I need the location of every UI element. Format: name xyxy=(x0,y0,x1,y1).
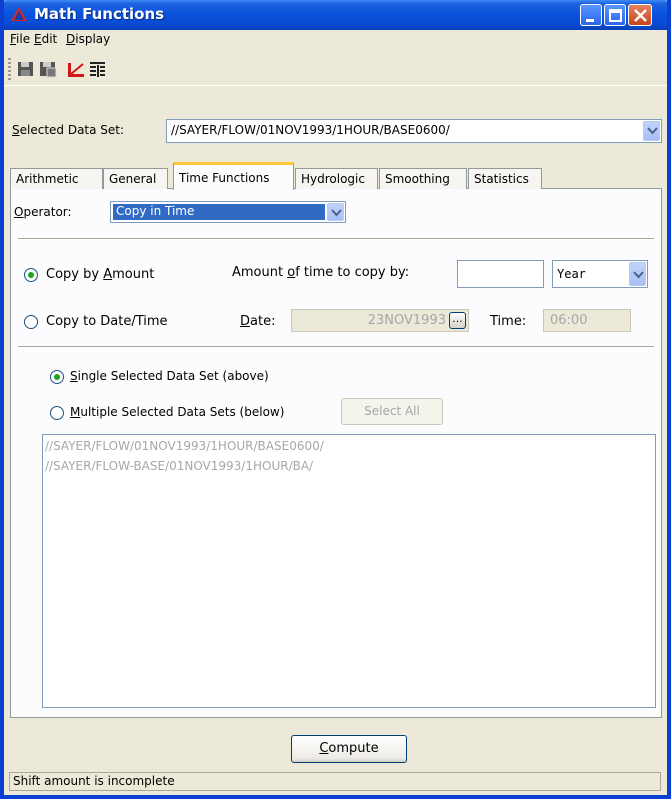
radio-selected-dot xyxy=(28,272,34,278)
menu-display-mnemonic: D xyxy=(66,32,76,46)
select-all-button[interactable]: Select All xyxy=(341,398,443,425)
copy-to-date-time-label[interactable]: Copy to Date/Time xyxy=(46,314,168,329)
time-value: 06:00 xyxy=(550,313,588,328)
date-input[interactable]: 23NOV1993 ... xyxy=(291,309,469,332)
toolbar xyxy=(4,52,667,86)
tab-smoothing-label: Smoothing xyxy=(385,172,450,186)
copy-by-amount-label[interactable]: Copy by Amount xyxy=(46,267,154,282)
tabulate-icon[interactable] xyxy=(88,59,108,79)
time-unit-value: Year xyxy=(557,267,586,281)
chevron-down-icon xyxy=(647,127,658,135)
compute-button[interactable]: Compute xyxy=(291,735,407,763)
function-tabs: Arithmetic General Time Functions Hydrol… xyxy=(10,162,660,190)
amount-label-post: f time to copy by: xyxy=(295,265,410,280)
compute-label: ompute xyxy=(328,741,379,756)
multiple-data-sets-radio[interactable] xyxy=(50,406,64,420)
single-data-set-radio[interactable] xyxy=(50,370,64,384)
close-icon xyxy=(634,9,647,22)
date-label-text: ate: xyxy=(250,314,276,329)
copy-to-date-time-radio[interactable] xyxy=(24,315,38,329)
plot-icon[interactable] xyxy=(66,59,86,79)
tab-time-functions[interactable]: Time Functions xyxy=(173,162,294,190)
tab-statistics[interactable]: Statistics xyxy=(468,168,542,189)
divider xyxy=(18,238,654,240)
maximize-button[interactable] xyxy=(604,4,626,26)
menu-file-mnemonic: F xyxy=(10,32,17,46)
amount-input[interactable] xyxy=(457,260,544,288)
selected-data-set-value: //SAYER/FLOW/01NOV1993/1HOUR/BASE0600/ xyxy=(171,123,450,137)
minimize-button[interactable] xyxy=(580,4,602,26)
tab-smoothing[interactable]: Smoothing xyxy=(379,168,467,189)
tab-general-label: General xyxy=(109,172,157,186)
selected-data-set-dropdown[interactable] xyxy=(643,121,660,141)
copy-by-amount-mnemonic: A xyxy=(103,267,113,282)
toolbar-grip[interactable] xyxy=(8,58,11,80)
multiple-data-sets-label[interactable]: Multiple Selected Data Sets (below) xyxy=(70,405,284,419)
selected-data-set-combo[interactable]: //SAYER/FLOW/01NOV1993/1HOUR/BASE0600/ xyxy=(166,119,662,143)
save-as-icon[interactable] xyxy=(38,59,58,79)
copy-by-amount-radio[interactable] xyxy=(24,268,38,282)
chevron-down-icon xyxy=(331,209,342,217)
single-mnemonic: S xyxy=(70,369,78,383)
tab-time-functions-label: Time Functions xyxy=(179,171,270,185)
maximize-icon xyxy=(609,9,622,22)
date-label: Date: xyxy=(240,314,275,329)
selected-data-set-label: Selected Data Set: xyxy=(12,123,124,137)
amount-label-mnemonic: o xyxy=(287,265,296,280)
date-value: 23NOV1993 xyxy=(367,313,446,328)
time-unit-combo[interactable]: Year xyxy=(552,260,648,288)
minimize-icon xyxy=(586,19,594,22)
math-functions-window: Math Functions File Edit Display Selecte… xyxy=(0,0,671,799)
menu-edit[interactable]: Edit xyxy=(34,32,57,46)
time-label: Time: xyxy=(490,314,527,329)
multiple-label-text: ultiple Selected Data Sets (below) xyxy=(80,405,285,419)
menu-display[interactable]: Display xyxy=(66,32,110,46)
selected-data-set-mnemonic: S xyxy=(12,123,20,137)
date-picker-button-label: ... xyxy=(452,312,463,325)
menu-edit-mnemonic: E xyxy=(34,32,42,46)
app-icon xyxy=(11,7,27,21)
save-icon[interactable] xyxy=(16,59,36,79)
chevron-down-icon xyxy=(633,271,644,279)
tab-hydrologic[interactable]: Hydrologic xyxy=(295,168,378,189)
data-sets-list[interactable]: //SAYER/FLOW/01NOV1993/1HOUR/BASE0600/ /… xyxy=(42,434,656,708)
status-bar: Shift amount is incomplete xyxy=(9,772,661,791)
divider xyxy=(18,346,654,348)
copy-by-amount-pre: Copy by xyxy=(46,267,104,282)
menu-bar: File Edit Display xyxy=(4,30,667,50)
radio-selected-dot xyxy=(54,374,60,380)
operator-label-text: perator: xyxy=(23,205,72,219)
single-data-set-label[interactable]: Single Selected Data Set (above) xyxy=(70,369,269,383)
status-text: Shift amount is incomplete xyxy=(13,774,175,788)
date-mnemonic: D xyxy=(240,314,251,329)
operator-dropdown[interactable] xyxy=(327,203,344,221)
tab-arithmetic[interactable]: Arithmetic xyxy=(10,168,103,189)
tab-arithmetic-label: Arithmetic xyxy=(16,172,79,186)
amount-label-pre: Amount xyxy=(232,265,288,280)
operator-value: Copy in Time xyxy=(116,204,195,218)
tab-hydrologic-label: Hydrologic xyxy=(301,172,365,186)
list-item[interactable]: //SAYER/FLOW/01NOV1993/1HOUR/BASE0600/ xyxy=(45,439,324,453)
single-label-text: ingle Selected Data Set (above) xyxy=(77,369,269,383)
selected-data-set-label-text: elected Data Set: xyxy=(19,123,125,137)
date-picker-button[interactable]: ... xyxy=(449,312,466,329)
close-button[interactable] xyxy=(628,4,652,26)
menu-file[interactable]: File xyxy=(10,32,30,46)
list-item[interactable]: //SAYER/FLOW-BASE/01NOV1993/1HOUR/BA/ xyxy=(45,459,313,473)
tab-general[interactable]: General xyxy=(103,168,168,189)
window-title: Math Functions xyxy=(34,5,165,23)
title-bar[interactable]: Math Functions xyxy=(4,0,667,30)
tab-statistics-label: Statistics xyxy=(474,172,529,186)
time-unit-dropdown[interactable] xyxy=(629,262,646,286)
time-input[interactable]: 06:00 xyxy=(543,309,631,332)
amount-label: Amount of time to copy by: xyxy=(232,265,409,280)
operator-label: Operator: xyxy=(14,205,72,219)
multiple-mnemonic: M xyxy=(70,405,81,419)
operator-combo[interactable]: Copy in Time xyxy=(110,201,346,223)
copy-by-amount-post: mount xyxy=(112,267,155,282)
